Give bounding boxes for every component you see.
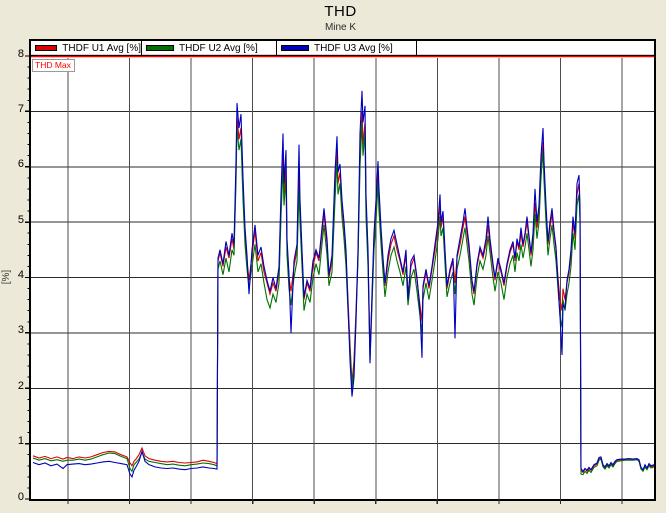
y-tick-label: 4 [17, 269, 24, 281]
legend-spacer [417, 41, 654, 55]
legend-item: THDF U1 Avg [%] [31, 41, 142, 55]
legend: THDF U1 Avg [%] THDF U2 Avg [%] THDF U3 Av… [31, 41, 654, 56]
y-tick-label: 5 [17, 213, 24, 226]
legend-label: THDF U1 Avg [%] [62, 42, 141, 54]
legend-label: THDF U3 Avg [%] [314, 42, 393, 54]
y-tick-label: 6 [17, 158, 24, 171]
y-tick-label: 2 [17, 379, 24, 392]
legend-label: THDF U2 Avg [%] [179, 42, 258, 54]
plot-area: THDF U1 Avg [%] THDF U2 Avg [%] THDF U3 Av… [25, 39, 656, 504]
series-swatch-icon [146, 45, 174, 51]
y-tick-label: 8 [17, 47, 24, 60]
series-swatch-icon [35, 45, 58, 51]
series-swatch-icon [281, 45, 309, 51]
thd-max-label: THD Max [32, 59, 75, 72]
y-tick-label: 1 [17, 435, 24, 448]
y-tick-label: 0 [17, 490, 24, 503]
chart-subtitle: Mine K [324, 22, 357, 33]
y-tick-label: 3 [17, 324, 24, 337]
legend-item: THDF U2 Avg [%] [142, 41, 277, 55]
y-tick-label: 7 [17, 102, 24, 115]
chart-title: THD [324, 3, 357, 20]
chart-canvas [25, 54, 655, 504]
chart-window: THD Mine K [%] 012345678 THDF U1 Avg [%]… [0, 0, 666, 513]
legend-item: THDF U3 Avg [%] [277, 41, 417, 55]
